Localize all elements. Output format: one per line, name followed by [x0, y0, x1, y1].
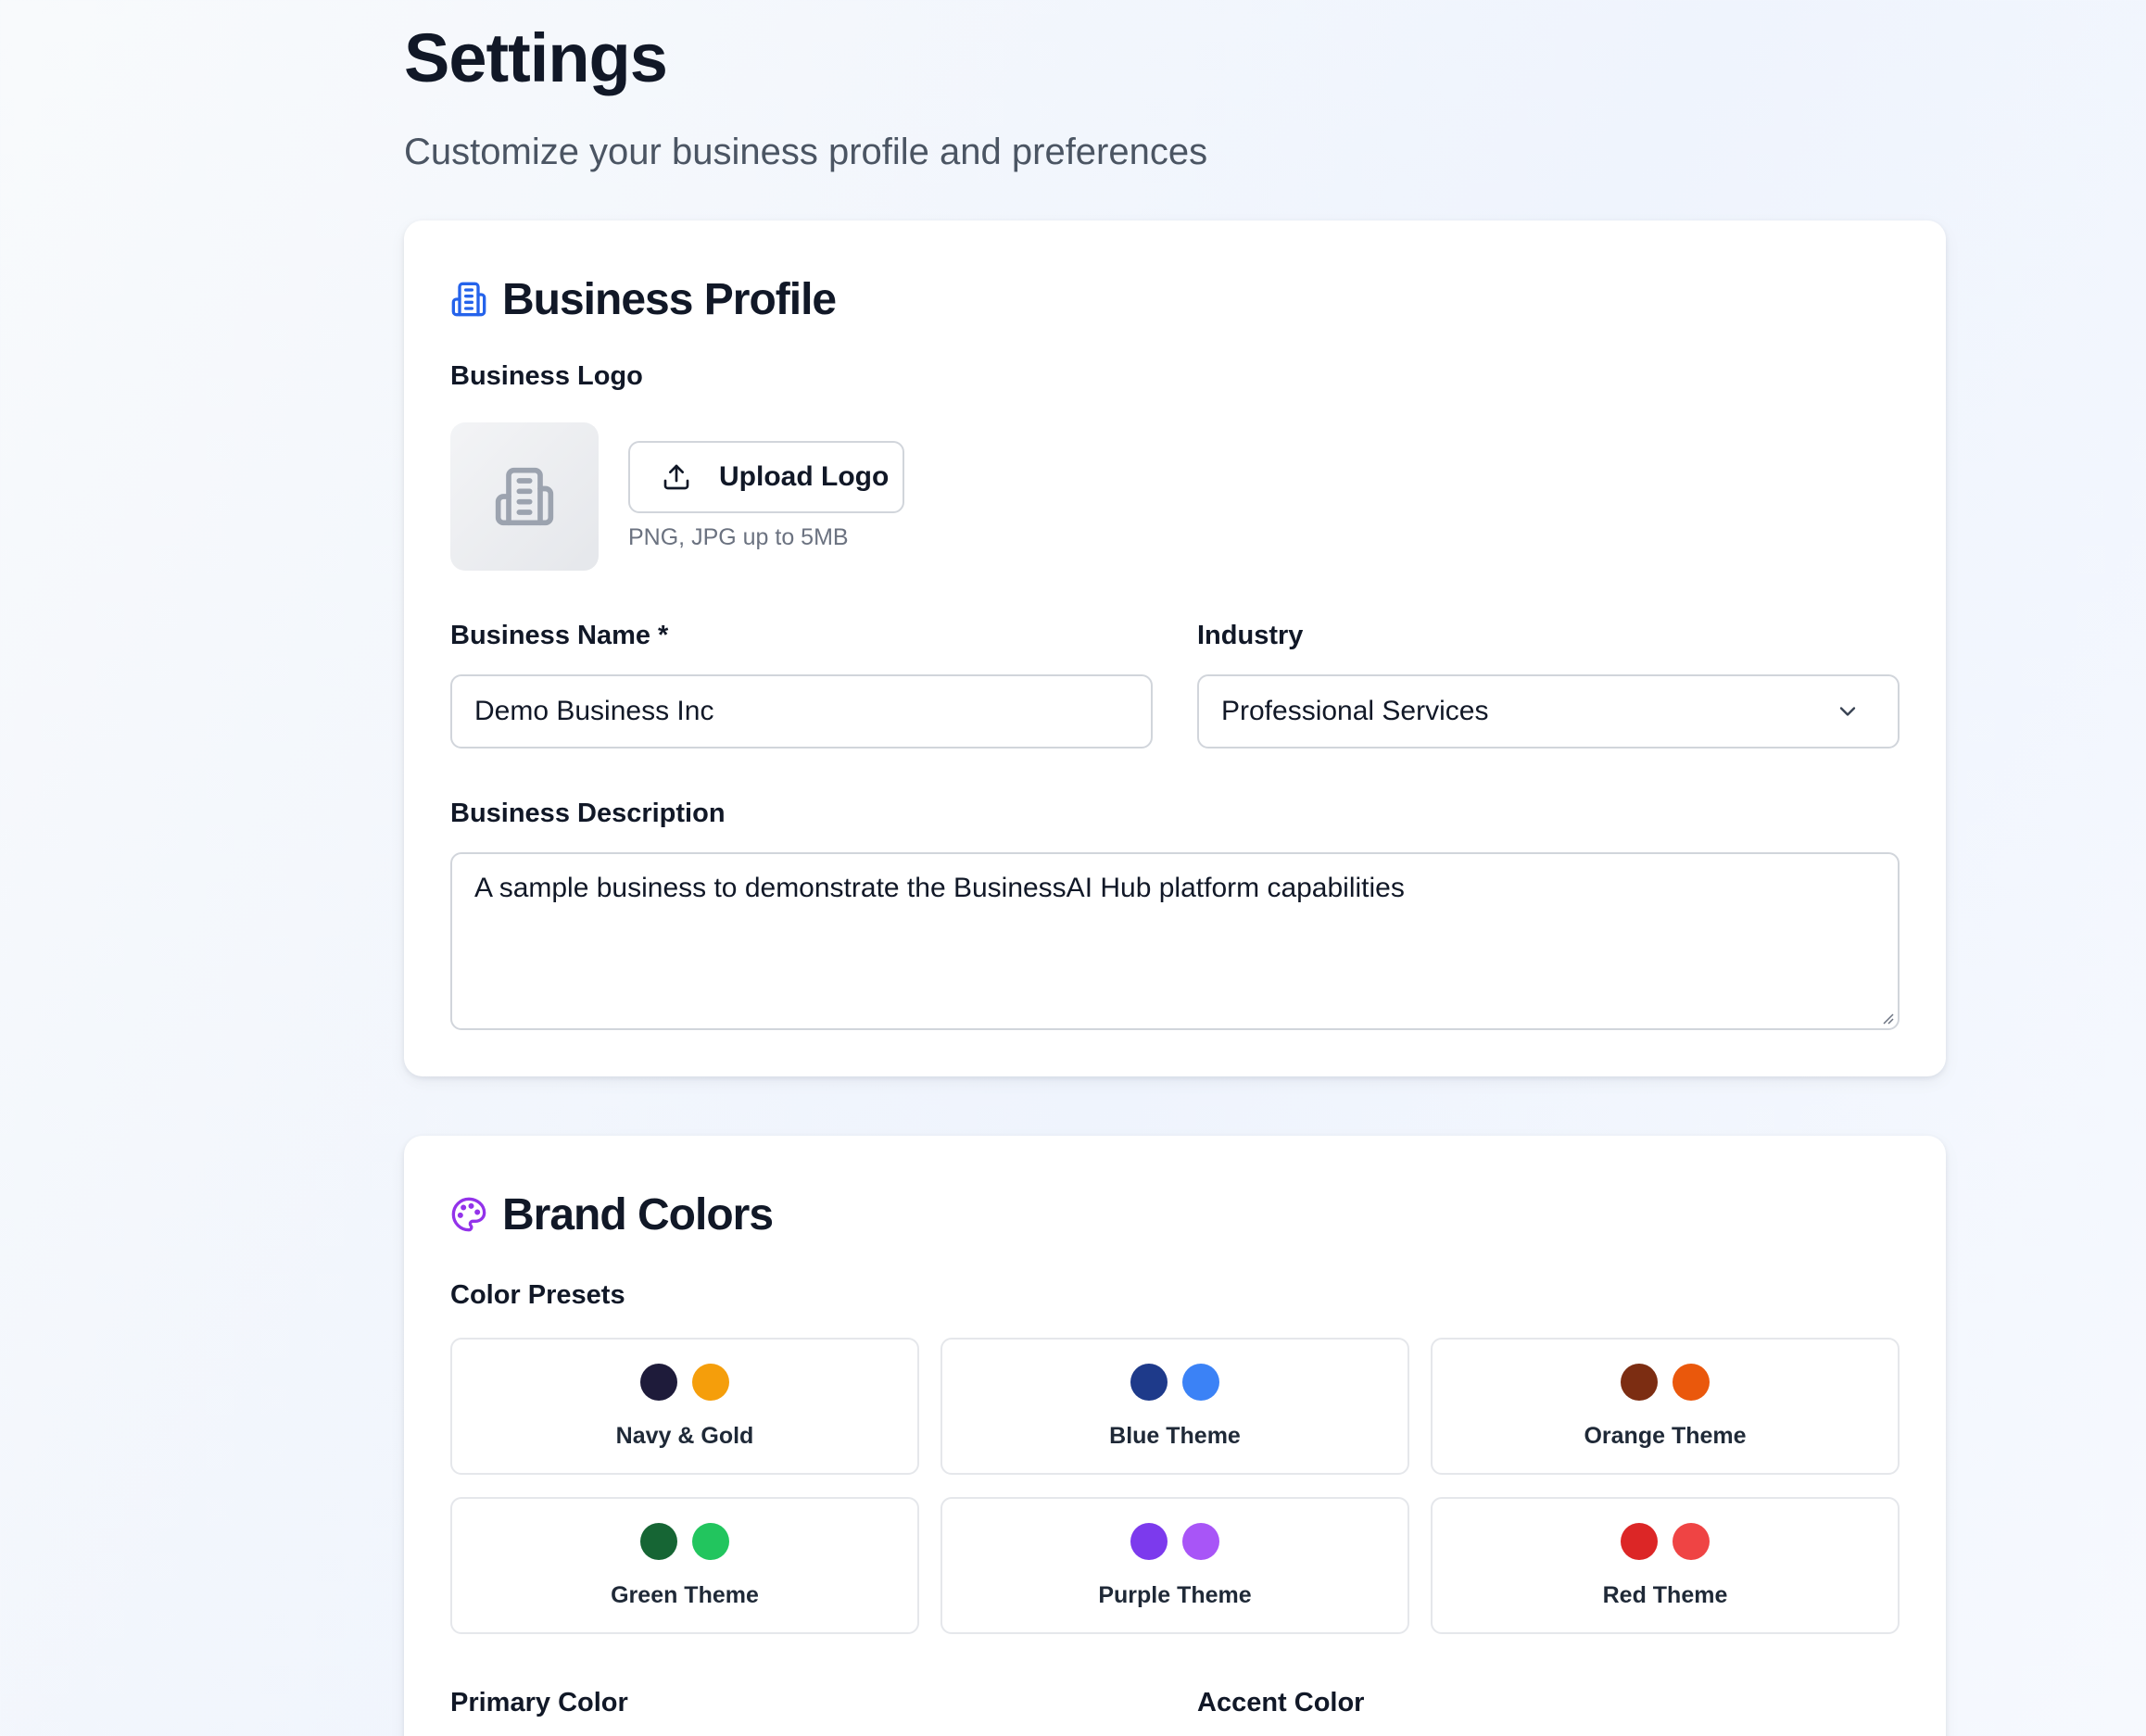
- brand-colors-card: Brand Colors Color Presets Navy & Gold B…: [404, 1136, 1946, 1736]
- industry-label: Industry: [1197, 621, 1304, 650]
- upload-icon: [662, 462, 691, 492]
- preset-label: Red Theme: [1602, 1582, 1728, 1608]
- preset-purple[interactable]: Purple Theme: [940, 1497, 1409, 1634]
- business-profile-heading: Business Profile: [450, 267, 837, 332]
- chevron-down-icon: [1835, 698, 1861, 724]
- primary-swatch: [1621, 1523, 1658, 1560]
- preset-navy-gold[interactable]: Navy & Gold: [450, 1338, 919, 1475]
- resize-handle-icon[interactable]: [1879, 1010, 1894, 1025]
- building-placeholder-icon: [493, 465, 556, 528]
- brand-colors-heading: Brand Colors: [450, 1182, 774, 1247]
- preset-label: Blue Theme: [1109, 1423, 1241, 1449]
- upload-logo-button[interactable]: Upload Logo: [628, 441, 904, 513]
- preset-label: Orange Theme: [1584, 1423, 1747, 1449]
- business-profile-title: Business Profile: [502, 274, 837, 324]
- accent-swatch: [1673, 1364, 1710, 1401]
- palette-icon: [450, 1196, 487, 1233]
- primary-swatch: [1130, 1364, 1168, 1401]
- building-icon: [450, 281, 487, 318]
- accent-swatch: [1182, 1523, 1219, 1560]
- accent-swatch: [1673, 1523, 1710, 1560]
- primary-swatch: [640, 1364, 677, 1401]
- primary-swatch: [1130, 1523, 1168, 1560]
- business-name-label: Business Name *: [450, 621, 669, 650]
- business-profile-card: Business Profile Business Logo Upload Lo…: [404, 220, 1946, 1076]
- preset-orange[interactable]: Orange Theme: [1431, 1338, 1900, 1475]
- business-description-label: Business Description: [450, 799, 726, 828]
- logo-preview: [450, 422, 599, 571]
- accent-swatch: [692, 1364, 729, 1401]
- industry-value: Professional Services: [1221, 696, 1489, 726]
- preset-label: Purple Theme: [1098, 1582, 1252, 1608]
- upload-logo-label: Upload Logo: [719, 461, 890, 492]
- preset-red[interactable]: Red Theme: [1431, 1497, 1900, 1634]
- accent-swatch: [692, 1523, 729, 1560]
- page-title: Settings: [404, 19, 668, 96]
- upload-hint: PNG, JPG up to 5MB: [628, 524, 849, 550]
- business-logo-label: Business Logo: [450, 361, 643, 391]
- brand-colors-title: Brand Colors: [502, 1189, 774, 1239]
- primary-swatch: [640, 1523, 677, 1560]
- primary-swatch: [1621, 1364, 1658, 1401]
- primary-color-label: Primary Color: [450, 1688, 628, 1717]
- color-presets-label: Color Presets: [450, 1280, 625, 1310]
- industry-select[interactable]: Professional Services: [1197, 674, 1900, 748]
- page-header: Settings Customize your business profile…: [404, 19, 1207, 174]
- business-name-value: Demo Business Inc: [474, 696, 714, 726]
- preset-blue[interactable]: Blue Theme: [940, 1338, 1409, 1475]
- preset-green[interactable]: Green Theme: [450, 1497, 919, 1634]
- business-description-textarea[interactable]: A sample business to demonstrate the Bus…: [450, 852, 1900, 1030]
- accent-swatch: [1182, 1364, 1219, 1401]
- preset-label: Green Theme: [611, 1582, 759, 1608]
- business-name-input[interactable]: Demo Business Inc: [450, 674, 1153, 748]
- page-subtitle: Customize your business profile and pref…: [404, 132, 1208, 172]
- business-description-value: A sample business to demonstrate the Bus…: [474, 873, 1405, 903]
- preset-label: Navy & Gold: [615, 1423, 754, 1449]
- accent-color-label: Accent Color: [1197, 1688, 1365, 1717]
